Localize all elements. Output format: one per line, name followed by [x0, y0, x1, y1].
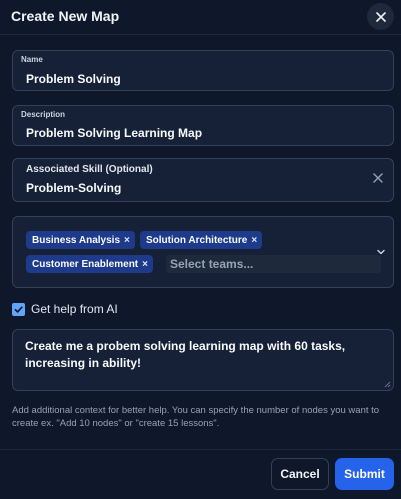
team-chip-solution-architecture: Solution Architecture ×: [140, 231, 263, 249]
teams-multiselect[interactable]: Business Analysis × Solution Architectur…: [12, 216, 394, 288]
context-text: Create me a probem solving learning map …: [25, 339, 346, 370]
dialog-header: Create New Map: [0, 0, 401, 34]
context-textarea[interactable]: Create me a probem solving learning map …: [12, 329, 394, 391]
chevron-down-icon[interactable]: [376, 247, 386, 257]
name-field[interactable]: Name Problem Solving: [12, 50, 394, 91]
dialog-title: Create New Map: [11, 8, 120, 24]
skill-field-label: Associated Skill (Optional): [26, 164, 153, 175]
checkmark-icon: [14, 305, 23, 313]
description-field-value: Problem Solving Learning Map: [26, 126, 203, 140]
team-chip-label: Customer Enablement: [32, 258, 139, 270]
team-chip-customer-enablement: Customer Enablement ×: [26, 255, 153, 273]
cancel-button[interactable]: Cancel: [271, 458, 329, 490]
team-chip-label: Solution Architecture: [146, 234, 248, 246]
skill-field-value: Problem-Solving: [26, 181, 122, 195]
header-divider: [0, 34, 401, 35]
close-button[interactable]: [367, 3, 394, 30]
resize-handle-icon[interactable]: [384, 381, 391, 388]
clear-icon[interactable]: [373, 173, 383, 183]
context-help-text: Add additional context for better help. …: [12, 405, 380, 429]
remove-chip-button[interactable]: ×: [142, 259, 148, 270]
ai-help-row[interactable]: Get help from AI: [12, 301, 118, 317]
team-search-input[interactable]: [166, 255, 381, 273]
remove-chip-button[interactable]: ×: [124, 235, 130, 246]
description-field[interactable]: Description Problem Solving Learning Map: [12, 105, 394, 146]
team-chip-business-analysis: Business Analysis ×: [26, 231, 135, 249]
ai-help-label: Get help from AI: [31, 302, 118, 316]
close-icon: [375, 11, 386, 22]
create-map-dialog: Create New Map Name Problem Solving Desc…: [0, 0, 401, 499]
description-field-label: Description: [21, 110, 66, 119]
skill-select[interactable]: Associated Skill (Optional) Problem-Solv…: [12, 158, 394, 202]
remove-chip-button[interactable]: ×: [251, 235, 257, 246]
ai-help-checkbox[interactable]: [12, 302, 25, 316]
name-field-label: Name: [21, 55, 43, 64]
name-field-value: Problem Solving: [26, 72, 121, 86]
submit-button[interactable]: Submit: [335, 458, 394, 490]
team-chip-label: Business Analysis: [32, 234, 121, 246]
footer-divider: [0, 449, 401, 450]
